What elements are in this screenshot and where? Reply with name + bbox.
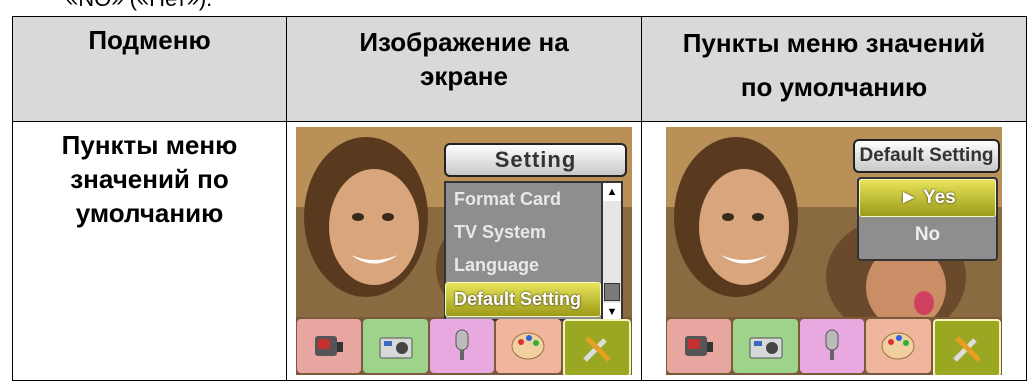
- header-submenu: Подменю: [12, 16, 287, 122]
- screen-image-cell: Setting Format Card TV System Language D…: [286, 121, 642, 381]
- header-defaults-line1: Пункты меню значений: [682, 28, 986, 58]
- camera-screen-default: Default Setting ► Yes No: [666, 127, 1002, 375]
- setting-menu-title: Setting: [444, 143, 627, 177]
- camera-icon: [749, 337, 783, 359]
- default-setting-options: ► Yes No: [857, 177, 998, 261]
- video-camera-icon: [315, 336, 344, 356]
- menu-item-language[interactable]: Language: [446, 249, 601, 282]
- scroll-up-arrow-icon[interactable]: ▲: [603, 183, 621, 201]
- tools-icon: [953, 336, 981, 362]
- submenu-line1: Пункты меню: [61, 130, 238, 160]
- default-setting-title: Default Setting: [853, 139, 1000, 173]
- settings-table: Подменю Изображение на экране Пункты мен…: [12, 16, 1027, 381]
- default-items-image-cell: Default Setting ► Yes No: [641, 121, 1027, 381]
- header-screen-line1: Изображение на: [359, 27, 569, 57]
- scroll-thumb[interactable]: [604, 283, 620, 301]
- effects-mode-button[interactable]: [496, 319, 561, 373]
- camera-mode-button[interactable]: [733, 319, 798, 373]
- submenu-line3: умолчанию: [75, 198, 224, 228]
- menu-scrollbar[interactable]: ▲ ▼: [601, 181, 623, 323]
- microphone-icon: [825, 329, 839, 360]
- video-mode-button[interactable]: [667, 319, 732, 373]
- setup-mode-button[interactable]: [562, 319, 632, 375]
- audio-mode-button[interactable]: [429, 319, 495, 373]
- setup-mode-button[interactable]: [932, 319, 1002, 375]
- submenu-line2: значений по: [70, 164, 229, 194]
- video-mode-button[interactable]: [297, 319, 362, 373]
- header-screen-image: Изображение на экране: [286, 16, 642, 122]
- microphone-icon: [455, 329, 469, 360]
- camera-mode-button[interactable]: [363, 319, 428, 373]
- audio-mode-button[interactable]: [799, 319, 865, 373]
- submenu-cell: Пункты меню значений по умолчанию: [12, 121, 287, 381]
- header-defaults-line2: по умолчанию: [740, 72, 928, 102]
- mode-bar: [666, 317, 1002, 375]
- header-default-items: Пункты меню значений по умолчанию: [641, 16, 1027, 122]
- option-no[interactable]: No: [859, 217, 996, 253]
- header-screen-line2: экране: [420, 61, 508, 91]
- mode-bar: [296, 317, 632, 375]
- palette-icon: [511, 332, 545, 360]
- menu-item-default-setting[interactable]: Default Setting: [445, 282, 601, 317]
- effects-mode-button[interactable]: [866, 319, 931, 373]
- menu-item-format-card[interactable]: Format Card: [446, 183, 601, 216]
- menu-item-tv-system[interactable]: TV System: [446, 216, 601, 249]
- setting-menu-list: Format Card TV System Language Default S…: [444, 181, 601, 321]
- palette-icon: [881, 332, 915, 360]
- video-camera-icon: [685, 336, 714, 356]
- camera-icon: [379, 337, 413, 359]
- tools-icon: [583, 336, 611, 362]
- setting-menu: Setting Format Card TV System Language D…: [444, 143, 627, 323]
- option-yes[interactable]: ► Yes: [859, 179, 996, 217]
- cut-off-text: «NO» («Нет»).: [66, 0, 212, 12]
- default-setting-dialog: Default Setting ► Yes No: [853, 139, 1000, 264]
- camera-screen-setting: Setting Format Card TV System Language D…: [296, 127, 632, 375]
